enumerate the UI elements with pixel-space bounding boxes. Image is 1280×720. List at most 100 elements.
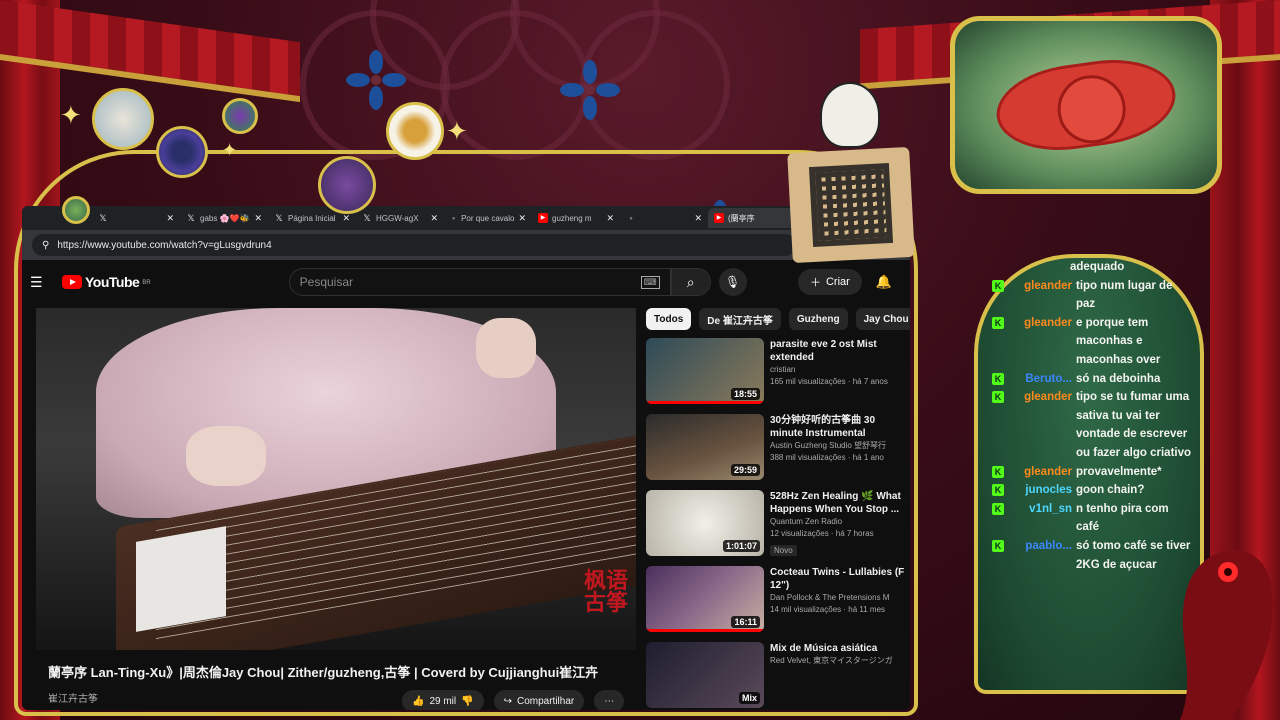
chat-username[interactable]: v1nl_sn bbox=[1008, 500, 1072, 519]
youtube-logo[interactable]: YouTube BR bbox=[62, 274, 151, 290]
address-bar: ⚲ https://www.youtube.com/watch?v=gLusgv… bbox=[22, 230, 910, 260]
chat-username[interactable]: gleander bbox=[1008, 314, 1072, 333]
kick-badge-icon: K bbox=[992, 465, 1004, 478]
browser-window: 𝕏 ✕ 𝕏 gabs 🌸❤️🐝 ✕ 𝕏 Página Inicial ✕ 𝕏 H… bbox=[22, 206, 910, 710]
chat-username[interactable]: gleander bbox=[1008, 388, 1072, 407]
search-input[interactable]: Pesquisar ⌨ bbox=[288, 268, 671, 296]
generic-icon: ◦ bbox=[451, 213, 456, 223]
chip-guzheng[interactable]: Guzheng bbox=[788, 308, 848, 330]
video-actions: 👍 29 mil 👎 ↪ Compartilhar ⋯ bbox=[402, 690, 625, 710]
chat-message-text: provavelmente* bbox=[1076, 465, 1162, 478]
mascot-character bbox=[820, 82, 880, 148]
browser-tab[interactable]: 𝕏 HGGW-agX ✕ bbox=[356, 208, 444, 228]
browser-tab[interactable]: 𝕏 ✕ bbox=[92, 208, 180, 228]
youtube-icon: ▶ bbox=[538, 213, 548, 223]
close-icon[interactable]: ✕ bbox=[254, 213, 262, 224]
url-field[interactable]: ⚲ https://www.youtube.com/watch?v=gLusgv… bbox=[32, 234, 797, 256]
site-info-icon[interactable]: ⚲ bbox=[42, 240, 49, 251]
video-thumbnail[interactable]: 16:11 bbox=[646, 566, 764, 632]
recommendation-item[interactable]: 18:55 parasite eve 2 ost Mist extended c… bbox=[646, 338, 906, 414]
recommendation-title[interactable]: 30分钟好听的古筝曲 30 minute Instrumental Guzhen… bbox=[770, 414, 906, 440]
recommendation-meta: 12 visualizações · há 7 horas bbox=[770, 529, 874, 538]
viewer-avatar bbox=[386, 102, 444, 160]
recommendation-title[interactable]: Cocteau Twins - Lullabies (F 12") bbox=[770, 566, 906, 592]
close-icon[interactable]: ✕ bbox=[694, 213, 702, 224]
close-icon[interactable]: ✕ bbox=[166, 213, 174, 224]
chip-all[interactable]: Todos bbox=[646, 308, 692, 330]
recommendation-channel[interactable]: cristian bbox=[770, 364, 906, 376]
share-button[interactable]: ↪ Compartilhar bbox=[493, 690, 585, 710]
notifications-bell-icon[interactable]: 🔔 bbox=[876, 274, 892, 290]
url-prefix: https:// bbox=[57, 239, 88, 251]
video-thumbnail[interactable]: Mix bbox=[646, 642, 764, 708]
chip-channel[interactable]: De 崔江卉古筝 bbox=[699, 308, 781, 330]
x-icon: 𝕏 bbox=[363, 213, 371, 223]
video-duration: 1:01:07 bbox=[722, 540, 760, 552]
recommendation-channel[interactable]: Austin Guzheng Studio 望舒琴行 bbox=[770, 440, 906, 452]
voice-search-button[interactable]: 🎙 bbox=[718, 268, 747, 296]
browser-tab-active[interactable]: ▶ (蘭亭序 bbox=[708, 208, 796, 228]
browser-tab[interactable]: ◦ Por que cavalo ✕ bbox=[444, 208, 532, 228]
channel-name[interactable]: 崔江卉古筝 bbox=[48, 690, 98, 705]
url-text: https://www.youtube.com/watch?v=gLusgvdr… bbox=[57, 240, 271, 251]
close-icon[interactable]: ✕ bbox=[518, 213, 526, 224]
browser-tab[interactable]: 𝕏 gabs 🌸❤️🐝 ✕ bbox=[180, 208, 268, 228]
like-button[interactable]: 👍 29 mil 👎 bbox=[402, 690, 484, 710]
thumbs-down-icon[interactable]: 👎 bbox=[461, 696, 473, 707]
recommendation-item[interactable]: 1:01:07 528Hz Zen Healing 🌿 What Happens… bbox=[646, 490, 906, 566]
recommendation-channel[interactable]: Red Velvet, 東京マイスタージンガ bbox=[770, 655, 906, 667]
sparkle-icon: ✦ bbox=[446, 116, 468, 146]
tab-label: gabs 🌸❤️🐝 bbox=[200, 213, 250, 223]
close-icon[interactable]: ✕ bbox=[430, 213, 438, 224]
chat-message-text: goon chain? bbox=[1076, 484, 1145, 497]
chat-username[interactable]: gleander bbox=[1008, 463, 1072, 482]
video-thumbnail[interactable]: 29:59 bbox=[646, 414, 764, 480]
chip-jay-chou[interactable]: Jay Chou bbox=[855, 308, 910, 330]
chat-username[interactable]: junocles bbox=[1008, 481, 1072, 500]
recommendation-channel[interactable]: Quantum Zen Radio bbox=[770, 516, 906, 528]
recommendation-item[interactable]: 29:59 30分钟好听的古筝曲 30 minute Instrumental … bbox=[646, 414, 906, 490]
viewer-avatar bbox=[156, 126, 208, 178]
video-thumbnail[interactable]: 1:01:07 bbox=[646, 490, 764, 556]
more-actions-button[interactable]: ⋯ bbox=[594, 690, 625, 710]
video-title: 蘭亭序 Lan-Ting-Xu》|周杰倫Jay Chou| Zither/guz… bbox=[48, 665, 599, 680]
video-duration: 29:59 bbox=[730, 464, 760, 476]
recommendation-info: 30分钟好听的古筝曲 30 minute Instrumental Guzhen… bbox=[770, 414, 906, 490]
search-area: Pesquisar ⌨ ⌕ 🎙 bbox=[288, 268, 747, 296]
chat-message-text: só na deboinha bbox=[1076, 372, 1161, 385]
browser-tab[interactable]: ◦ ✕ bbox=[620, 208, 708, 228]
youtube-header: ☰ YouTube BR Pesquisar ⌨ ⌕ 🎙 ＋ Criar 🔔 bbox=[22, 260, 910, 304]
recommendation-item[interactable]: 16:11 Cocteau Twins - Lullabies (F 12") … bbox=[646, 566, 906, 642]
recommendation-title[interactable]: Mix de Música asiática bbox=[770, 642, 906, 655]
qr-code-sign bbox=[787, 146, 915, 264]
demon-character-icon bbox=[1180, 550, 1273, 720]
chat-message: K gleander e porque tem maconhas e macon… bbox=[992, 314, 1192, 370]
recommendation-title[interactable]: parasite eve 2 ost Mist extended bbox=[770, 338, 906, 364]
search-button[interactable]: ⌕ bbox=[670, 268, 711, 296]
recommendation-item[interactable]: Mix Mix de Música asiática Red Velvet, 東… bbox=[646, 642, 906, 710]
video-thumbnail[interactable]: 18:55 bbox=[646, 338, 764, 404]
menu-icon[interactable]: ☰ bbox=[30, 274, 50, 291]
new-badge: Novo bbox=[770, 545, 797, 556]
recommendation-channel[interactable]: Dan Pollock & The Pretensions M bbox=[770, 592, 906, 604]
qr-code-icon bbox=[808, 162, 894, 248]
keyboard-icon[interactable]: ⌨ bbox=[640, 275, 660, 289]
close-icon[interactable]: ✕ bbox=[606, 213, 614, 224]
microphone-icon: 🎙 bbox=[725, 275, 741, 289]
sparkle-icon: ✦ bbox=[60, 100, 82, 130]
recommendation-title[interactable]: 528Hz Zen Healing 🌿 What Happens When Yo… bbox=[770, 490, 906, 516]
url-host: www.youtube.com bbox=[87, 239, 169, 251]
x-icon: 𝕏 bbox=[275, 213, 283, 223]
recommendations-list: 18:55 parasite eve 2 ost Mist extended c… bbox=[646, 338, 906, 710]
chat-username[interactable]: paablo... bbox=[1008, 537, 1072, 556]
chat-username[interactable]: gleander bbox=[1008, 277, 1072, 296]
wallpaper-flower-icon bbox=[560, 60, 620, 120]
generic-icon: ◦ bbox=[629, 213, 633, 223]
create-button[interactable]: ＋ Criar bbox=[797, 269, 862, 295]
close-icon[interactable]: ✕ bbox=[342, 213, 350, 224]
chat-username[interactable]: Beruto... bbox=[1008, 370, 1072, 389]
video-player[interactable]: 枫语古筝 bbox=[36, 308, 636, 650]
chat-message: K gleander tipo num lugar de paz bbox=[992, 277, 1192, 314]
viewer-avatar bbox=[318, 156, 376, 214]
browser-tab[interactable]: ▶ guzheng m ✕ bbox=[532, 208, 620, 228]
